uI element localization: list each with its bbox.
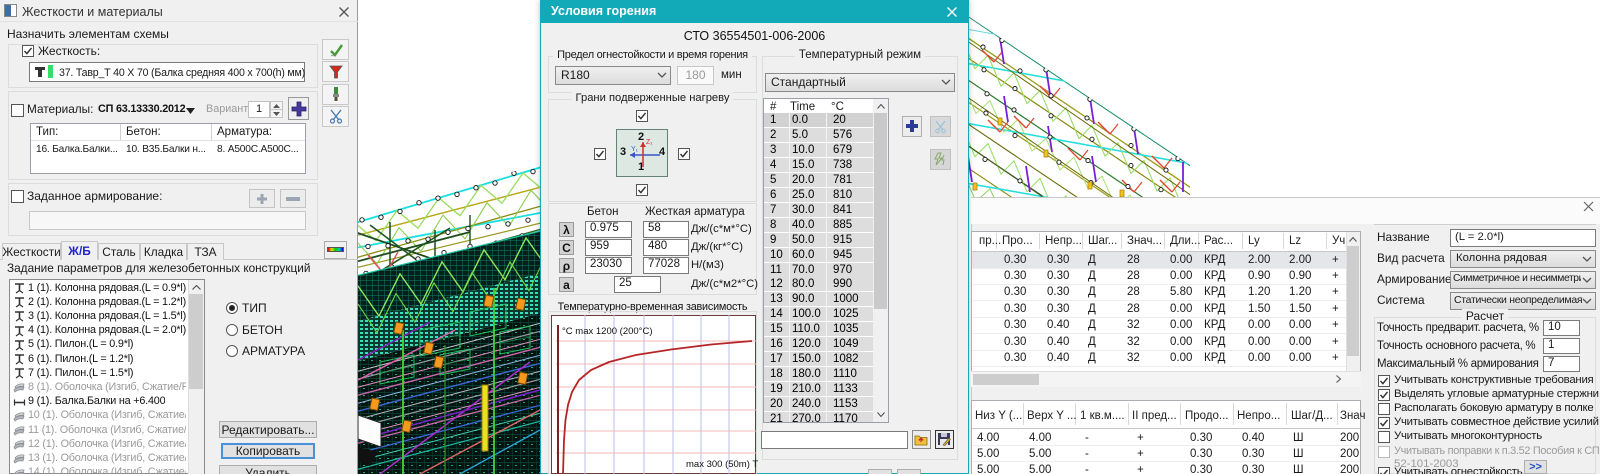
svg-text:Z₁: Z₁ (646, 139, 653, 146)
svg-text:Y₁: Y₁ (631, 146, 639, 153)
